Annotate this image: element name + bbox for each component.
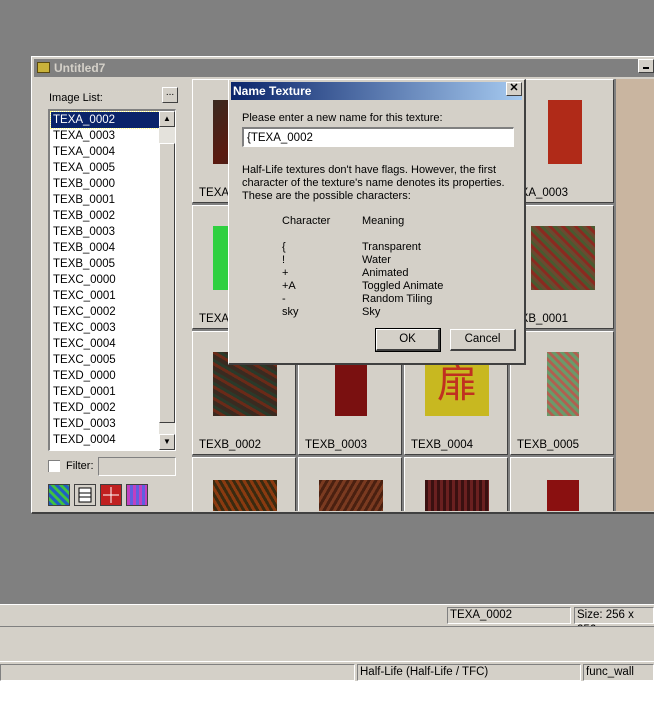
thumbnail-label: TEXB_0004	[411, 439, 474, 451]
preview-strip	[616, 79, 654, 511]
grid-red-icon[interactable]	[100, 484, 122, 506]
list-item[interactable]: TEXB_0002	[51, 208, 161, 224]
close-icon[interactable]: ✕	[506, 82, 522, 96]
image-list-items: TEXA_0002 TEXA_0003 TEXA_0004 TEXA_0005 TEXB…	[50, 111, 162, 448]
texture-status-bar: TEXA_0002 Size: 256 x 256	[0, 604, 654, 636]
cancel-button[interactable]: Cancel	[450, 329, 516, 351]
list-item[interactable]: TEXC_0002	[51, 304, 161, 320]
column-header-character: Character	[282, 215, 331, 227]
list-item[interactable]: TEXD_0001	[51, 384, 161, 400]
character-column: Character {! + +A - sky	[282, 215, 330, 319]
status-texture-size: Size: 256 x 256	[574, 607, 654, 636]
main-status-bar: Half-Life (Half-Life / TFC) func_wall	[0, 661, 654, 681]
thumbnail-cell[interactable]	[298, 457, 402, 511]
browse-button[interactable]: ...	[162, 87, 178, 103]
thumbnail-label: TEXB_0002	[199, 439, 262, 451]
character-cell: sky	[282, 306, 299, 318]
status-game-config: Half-Life (Half-Life / TFC)	[357, 664, 581, 681]
palette-icon[interactable]	[126, 484, 148, 506]
package-icon	[37, 62, 50, 73]
dialog-prompt: Please enter a new name for this texture…	[242, 112, 443, 124]
scroll-up-icon[interactable]: ▲	[159, 111, 175, 127]
image-listbox[interactable]: TEXA_0002 TEXA_0003 TEXA_0004 TEXA_0005 TEXB…	[48, 109, 176, 451]
list-item[interactable]: TEXC_0005	[51, 352, 161, 368]
dialog-titlebar[interactable]: Name Texture	[231, 82, 522, 100]
list-item[interactable]: TEXC_0001	[51, 288, 161, 304]
thumbnail-cell[interactable]	[192, 457, 296, 511]
list-item[interactable]: TEXC_0000	[51, 272, 161, 288]
list-item[interactable]: TEXB_0005	[51, 256, 161, 272]
character-cell: -	[282, 293, 286, 305]
window-title: Untitled7	[54, 61, 106, 75]
list-item[interactable]: TEXB_0001	[51, 192, 161, 208]
status-entity: func_wall	[583, 664, 654, 681]
film-icon[interactable]	[74, 484, 96, 506]
thumbnail-label: TEXB_0005	[517, 439, 580, 451]
scroll-down-icon[interactable]: ▼	[159, 434, 175, 450]
name-texture-dialog: Name Texture ✕ Please enter a new name f…	[228, 79, 526, 365]
list-item[interactable]: TEXA_0002	[50, 111, 162, 129]
status-message	[0, 664, 355, 681]
meaning-cell: Toggled Animate	[362, 280, 444, 292]
meaning-cell: Random Tiling	[362, 293, 433, 305]
thumbnail-cell[interactable]	[510, 457, 614, 511]
column-header-meaning: Meaning	[362, 215, 405, 227]
character-cell: !	[282, 254, 286, 266]
dialog-description: Half-Life textures don't have flags. How…	[242, 164, 505, 202]
minimize-button[interactable]	[638, 59, 654, 73]
list-item[interactable]: TEXD_0002	[51, 400, 161, 416]
list-item[interactable]: TEXB_0003	[51, 224, 161, 240]
toolbar-band	[0, 626, 654, 661]
ok-button[interactable]: OK	[375, 328, 441, 352]
character-cell: {	[282, 241, 286, 253]
list-item[interactable]: TEXA_0003	[51, 128, 161, 144]
list-item[interactable]: TEXD_0004	[51, 432, 161, 448]
filter-input[interactable]	[98, 457, 176, 476]
list-item[interactable]: TEXB_0000	[51, 176, 161, 192]
meaning-column: Meaning Transparent Water Animated Toggled …	[362, 215, 443, 319]
meaning-cell: Sky	[362, 306, 381, 318]
list-item[interactable]: TEXC_0004	[51, 336, 161, 352]
window-titlebar[interactable]: Untitled7	[34, 59, 654, 77]
dialog-title: Name Texture	[233, 84, 312, 98]
list-item[interactable]: TEXD_0003	[51, 416, 161, 432]
filter-checkbox[interactable]	[48, 460, 60, 472]
list-item[interactable]: TEXB_0004	[51, 240, 161, 256]
meaning-cell: Water	[362, 254, 391, 266]
list-scrollbar[interactable]: ▲ ▼	[159, 111, 175, 450]
scroll-thumb[interactable]	[159, 143, 175, 423]
thumbnail-label: TEXA	[199, 187, 230, 199]
list-item[interactable]: TEXD_0000	[51, 368, 161, 384]
image-list-label: Image List:	[49, 92, 103, 104]
meaning-cell: Animated	[362, 267, 409, 279]
list-item[interactable]: TEXA_0004	[51, 144, 161, 160]
status-texture-name: TEXA_0002	[447, 607, 571, 624]
meaning-cell: Transparent	[362, 241, 421, 253]
filter-label: Filter:	[66, 460, 94, 472]
texture-name-input[interactable]	[242, 127, 514, 147]
character-cell: +	[282, 267, 289, 279]
list-item[interactable]: TEXA_0005	[51, 160, 161, 176]
thumbnail-label: TEXB_0003	[305, 439, 368, 451]
character-cell: +A	[282, 280, 296, 292]
thumbnail-label: TEXA	[199, 313, 230, 325]
list-item[interactable]: TEXC_0003	[51, 320, 161, 336]
thumbnail-cell[interactable]	[404, 457, 508, 511]
view-mode-icon-1[interactable]	[48, 484, 70, 506]
